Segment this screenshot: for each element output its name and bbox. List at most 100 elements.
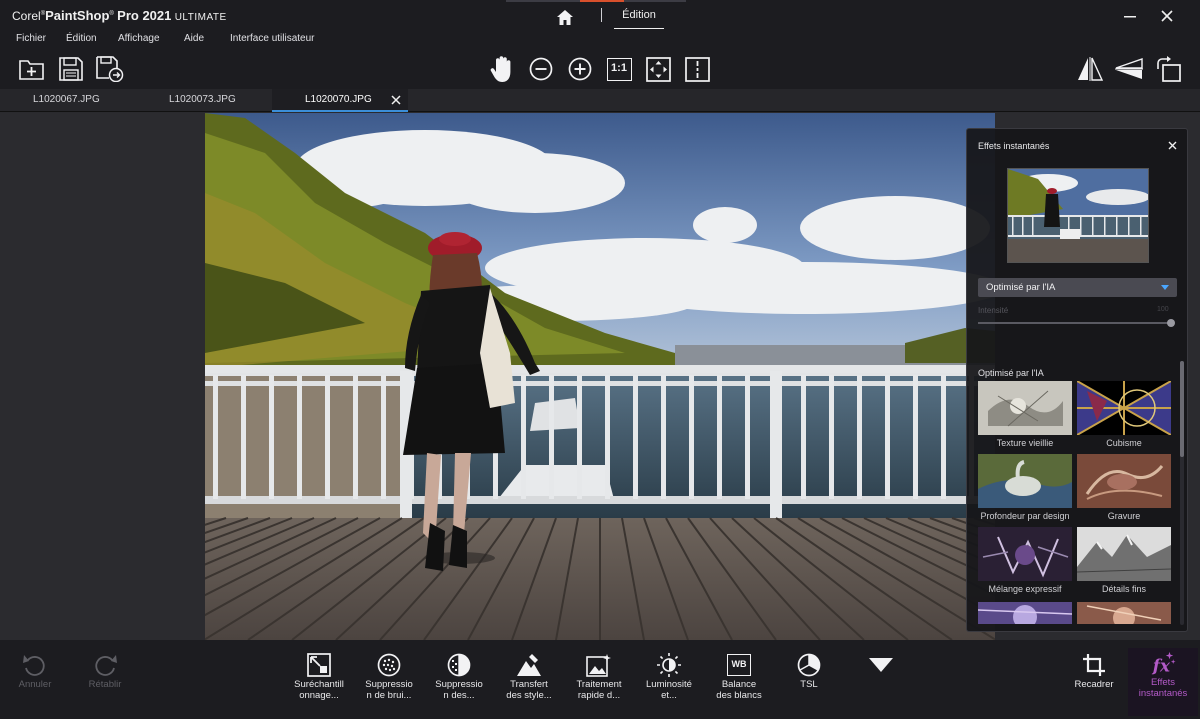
- effect-thumbnail: [1077, 381, 1171, 435]
- more-tools-button[interactable]: [846, 650, 916, 716]
- tool-style-transfer[interactable]: Transfert des style...: [494, 650, 564, 716]
- zoom-in-button[interactable]: [565, 55, 595, 83]
- effect-label: Gravure: [1107, 511, 1141, 521]
- app-title-prefix: Corel: [12, 9, 41, 23]
- home-button[interactable]: [552, 6, 578, 28]
- effect-label: Texture vieillie: [996, 438, 1054, 448]
- menu-edition[interactable]: Édition: [66, 33, 97, 44]
- menu-affichage[interactable]: Affichage: [118, 33, 160, 44]
- intensity-slider-thumb[interactable]: [1167, 319, 1175, 327]
- panel-title: Effets instantanés: [978, 141, 1050, 151]
- tool-upsample[interactable]: Suréchantill onnage...: [284, 650, 354, 716]
- undo-button[interactable]: Annuler: [0, 650, 70, 716]
- minimize-button[interactable]: [1118, 4, 1142, 28]
- effect-thumbnail: [1077, 527, 1171, 581]
- close-icon: [1168, 141, 1176, 149]
- tool-label: Luminosité et...: [646, 679, 692, 701]
- home-icon: [557, 9, 573, 25]
- effect-label: Profondeur par design: [980, 511, 1070, 521]
- effect-label: Détails fins: [1101, 584, 1146, 594]
- redo-label: Rétablir: [88, 679, 122, 690]
- preview-image: [1008, 169, 1148, 262]
- brightness-icon: [656, 652, 682, 678]
- pan-button[interactable]: [487, 55, 517, 83]
- actual-size-button[interactable]: 1:1: [604, 55, 634, 83]
- flip-vertical-button[interactable]: [1114, 55, 1144, 83]
- tool-brightness[interactable]: Luminosité et...: [634, 650, 704, 716]
- effect-tile-details-fins[interactable]: Détails fins: [1077, 527, 1171, 597]
- effect-tile-gravure[interactable]: Gravure: [1077, 454, 1171, 524]
- tab-edition[interactable]: Édition: [614, 6, 664, 29]
- actual-size-icon: 1:1: [606, 57, 632, 81]
- effect-tile-melange-expressif[interactable]: Mélange expressif: [978, 527, 1072, 597]
- effect-thumbnail: [978, 381, 1072, 435]
- photo-canvas[interactable]: [205, 113, 995, 640]
- crop-button[interactable]: Recadrer: [1059, 650, 1129, 716]
- instant-effects-icon: fx: [1150, 650, 1176, 676]
- effect-thumbnail: [1077, 454, 1171, 508]
- crop-icon: [1081, 652, 1107, 678]
- compare-icon: [684, 56, 710, 82]
- menu-aide[interactable]: Aide: [184, 33, 204, 44]
- tool-label: Suppressio n de brui...: [365, 679, 413, 701]
- close-icon: [391, 95, 401, 105]
- panel-close-button[interactable]: [1165, 138, 1179, 152]
- compare-button[interactable]: [682, 55, 712, 83]
- fit-window-button[interactable]: [643, 55, 673, 83]
- app-title: Corel®PaintShop® Pro 2021 ULTIMATE: [12, 8, 227, 23]
- instant-effects-label: Effets instantanés: [1138, 677, 1188, 699]
- more-arrow-icon: [868, 652, 894, 678]
- close-icon: [1161, 10, 1173, 22]
- tab-close-button[interactable]: [390, 94, 402, 106]
- flip-horizontal-button[interactable]: [1075, 55, 1105, 83]
- redo-button[interactable]: Rétablir: [70, 650, 140, 716]
- document-tab-1[interactable]: L1020067.JPG: [0, 89, 136, 112]
- app-title-brand: PaintShop: [45, 8, 110, 23]
- tool-label: Traitement rapide d...: [576, 679, 622, 701]
- flip-horizontal-icon: [1078, 57, 1103, 81]
- save-as-button[interactable]: [95, 55, 125, 83]
- rotate-button[interactable]: [1153, 55, 1183, 83]
- undo-icon: [22, 652, 48, 678]
- close-window-button[interactable]: [1155, 4, 1179, 28]
- tool-label: Suréchantill onnage...: [294, 679, 344, 701]
- tool-artifact-removal[interactable]: Suppressio n des...: [424, 650, 494, 716]
- effect-category-select[interactable]: Optimisé par l'IA: [978, 278, 1177, 297]
- zoom-out-button[interactable]: [526, 55, 556, 83]
- tool-smart-photo-fix[interactable]: Traitement rapide d...: [564, 650, 634, 716]
- minimize-icon: [1124, 16, 1136, 18]
- document-tab-3[interactable]: L1020070.JPG: [272, 89, 408, 112]
- panel-scrollbar-thumb[interactable]: [1180, 361, 1184, 457]
- hsl-icon: [796, 652, 822, 678]
- instant-effects-button[interactable]: fx Effets instantanés: [1128, 648, 1198, 716]
- intensity-slider[interactable]: [978, 322, 1171, 324]
- undo-label: Annuler: [18, 679, 52, 690]
- tool-label: Balance des blancs: [716, 679, 762, 701]
- fit-window-icon: [645, 56, 671, 82]
- tool-noise-removal[interactable]: Suppressio n de brui...: [354, 650, 424, 716]
- pan-hand-icon: [490, 56, 511, 82]
- save-button[interactable]: [56, 55, 86, 83]
- effect-tile-cubisme[interactable]: Cubisme: [1077, 381, 1171, 451]
- effect-thumbnail: [978, 454, 1072, 508]
- noise-removal-icon: [376, 652, 402, 678]
- menu-fichier[interactable]: Fichier: [16, 33, 46, 44]
- document-tab-2[interactable]: L1020073.JPG: [136, 89, 272, 112]
- effect-tile-partial[interactable]: [1077, 602, 1171, 624]
- white-balance-icon: WB: [726, 652, 752, 678]
- new-file-button[interactable]: [17, 55, 47, 83]
- menu-interface-utilisateur[interactable]: Interface utilisateur: [230, 33, 315, 44]
- tool-white-balance[interactable]: WB Balance des blancs: [704, 650, 774, 716]
- effect-tile-texture-vieillie[interactable]: Texture vieillie: [978, 381, 1072, 451]
- svg-text:fx: fx: [1152, 655, 1171, 675]
- intensity-label: Intensité: [978, 306, 1009, 315]
- artifact-removal-icon: [446, 652, 472, 678]
- flip-vertical-icon: [1115, 58, 1143, 79]
- effect-tile-profondeur-par-design[interactable]: Profondeur par design: [978, 454, 1072, 524]
- document-tab-label: L1020070.JPG: [305, 94, 372, 105]
- effect-thumbnail: [978, 602, 1072, 624]
- document-tab-label: L1020073.JPG: [169, 94, 236, 105]
- effect-tile-partial[interactable]: [978, 602, 1072, 624]
- tool-hsl[interactable]: TSL: [774, 650, 844, 716]
- bottom-tool-bar: Annuler Rétablir Suréchantill onnage... …: [0, 640, 1200, 719]
